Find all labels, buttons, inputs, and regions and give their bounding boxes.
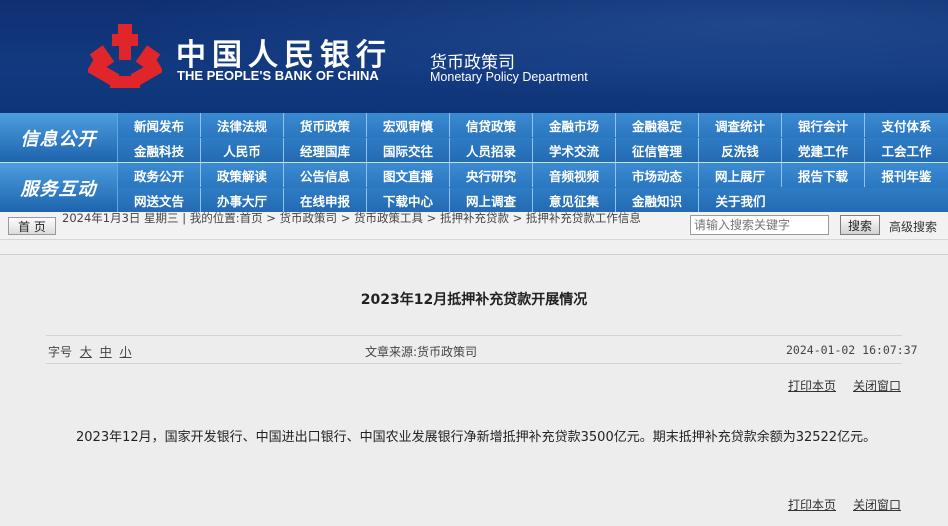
department-name-en: Monetary Policy Department — [430, 70, 588, 84]
nav-item[interactable]: 下载中心 — [367, 188, 450, 212]
article-body: 2023年12月，国家开发银行、中国进出口银行、中国农业发展银行净新增抵押补充贷… — [76, 430, 877, 445]
nav-item[interactable]: 图文直播 — [367, 163, 450, 187]
nav-item[interactable]: 音频视频 — [533, 163, 616, 187]
nav-item[interactable]: 法律法规 — [201, 113, 284, 137]
nav-row: 网送文告 办事大厅 在线申报 下载中心 网上调查 意见征集 金融知识 关于我们 — [118, 188, 948, 212]
nav-item[interactable]: 工会工作 — [865, 138, 948, 162]
nav-item[interactable]: 党建工作 — [782, 138, 865, 162]
close-window-link[interactable]: 关闭窗口 — [853, 377, 901, 394]
nav-item[interactable]: 公告信息 — [284, 163, 367, 187]
site-header: 中国人民银行 THE PEOPLE'S BANK OF CHINA 货币政策司 … — [0, 0, 948, 113]
nav-item[interactable]: 银行会计 — [782, 113, 865, 137]
nav-section-service-interaction[interactable]: 服务互动 — [0, 163, 118, 212]
nav-item[interactable]: 金融市场 — [533, 113, 616, 137]
nav-item[interactable]: 信贷政策 — [450, 113, 533, 137]
advanced-search-link[interactable]: 高级搜索 — [889, 218, 937, 235]
nav-item[interactable]: 办事大厅 — [201, 188, 284, 212]
nav-item[interactable]: 政务公开 — [118, 163, 201, 187]
nav-item[interactable]: 金融知识 — [616, 188, 699, 212]
print-link[interactable]: 打印本页 — [788, 377, 836, 394]
nav-item[interactable]: 学术交流 — [533, 138, 616, 162]
nav-item[interactable]: 人民币 — [201, 138, 284, 162]
breadcrumb-bar: 首 页 2024年1月3日 星期三 | 我的位置:首页 > 货币政策司 > 货币… — [0, 212, 948, 240]
nav-item[interactable]: 市场动态 — [616, 163, 699, 187]
nav-item[interactable]: 报刊年鉴 — [865, 163, 948, 187]
nav-item[interactable]: 支付体系 — [865, 113, 948, 137]
pboc-logo-icon[interactable] — [88, 22, 162, 92]
article-source: 文章来源:货币政策司 — [365, 345, 478, 359]
article-panel: 2023年12月抵押补充贷款开展情况 字号 大 中 小 文章来源:货币政策司 2… — [0, 254, 948, 526]
nav-item[interactable]: 意见征集 — [533, 188, 616, 212]
nav-item[interactable]: 调查统计 — [699, 113, 782, 137]
nav-item[interactable]: 新闻发布 — [118, 113, 201, 137]
nav-item[interactable]: 反洗钱 — [699, 138, 782, 162]
nav-row: 新闻发布 法律法规 货币政策 宏观审慎 信贷政策 金融市场 金融稳定 调查统计 … — [118, 113, 948, 137]
nav-item[interactable]: 网送文告 — [118, 188, 201, 212]
divider — [46, 363, 902, 364]
page-title: 2023年12月抵押补充贷款开展情况 — [360, 292, 588, 308]
nav-item[interactable]: 央行研究 — [450, 163, 533, 187]
nav-item[interactable]: 金融稳定 — [616, 113, 699, 137]
nav-divider — [0, 162, 948, 163]
font-size-controls: 字号 大 中 小 — [48, 343, 132, 360]
divider — [46, 335, 902, 336]
font-size-label: 字号 — [48, 345, 73, 359]
search-button[interactable]: 搜索 — [840, 215, 880, 235]
home-button[interactable]: 首 页 — [8, 217, 56, 235]
nav-row: 金融科技 人民币 经理国库 国际交往 人员招录 学术交流 征信管理 反洗钱 党建… — [118, 138, 948, 162]
article-date: 2024-01-02 16:07:37 — [786, 343, 918, 357]
font-size-large[interactable]: 大 — [80, 345, 92, 359]
font-size-medium[interactable]: 中 — [100, 345, 112, 359]
nav-item[interactable]: 宏观审慎 — [367, 113, 450, 137]
close-window-link[interactable]: 关闭窗口 — [853, 496, 901, 513]
nav-item[interactable]: 征信管理 — [616, 138, 699, 162]
nav-row: 政务公开 政策解读 公告信息 图文直播 央行研究 音频视频 市场动态 网上展厅 … — [118, 163, 948, 187]
breadcrumb[interactable]: 2024年1月3日 星期三 | 我的位置:首页 > 货币政策司 > 货币政策工具… — [62, 212, 687, 225]
nav-item[interactable]: 国际交往 — [367, 138, 450, 162]
print-link[interactable]: 打印本页 — [788, 496, 836, 513]
nav-item[interactable]: 政策解读 — [201, 163, 284, 187]
nav-item[interactable]: 关于我们 — [699, 188, 782, 212]
nav-item[interactable]: 经理国库 — [284, 138, 367, 162]
nav-section-info-disclosure[interactable]: 信息公开 — [0, 113, 118, 162]
nav-item[interactable]: 在线申报 — [284, 188, 367, 212]
nav-item[interactable]: 金融科技 — [118, 138, 201, 162]
bank-name-en: THE PEOPLE'S BANK OF CHINA — [177, 68, 379, 83]
font-size-small[interactable]: 小 — [120, 345, 132, 359]
nav-item[interactable]: 货币政策 — [284, 113, 367, 137]
nav-item[interactable]: 报告下载 — [782, 163, 865, 187]
nav-item[interactable]: 网上展厅 — [699, 163, 782, 187]
nav-item[interactable]: 人员招录 — [450, 138, 533, 162]
search-input[interactable] — [690, 215, 829, 235]
main-navigation: 信息公开 服务互动 新闻发布 法律法规 货币政策 宏观审慎 信贷政策 金融市场 … — [0, 113, 948, 212]
nav-item[interactable]: 网上调查 — [450, 188, 533, 212]
